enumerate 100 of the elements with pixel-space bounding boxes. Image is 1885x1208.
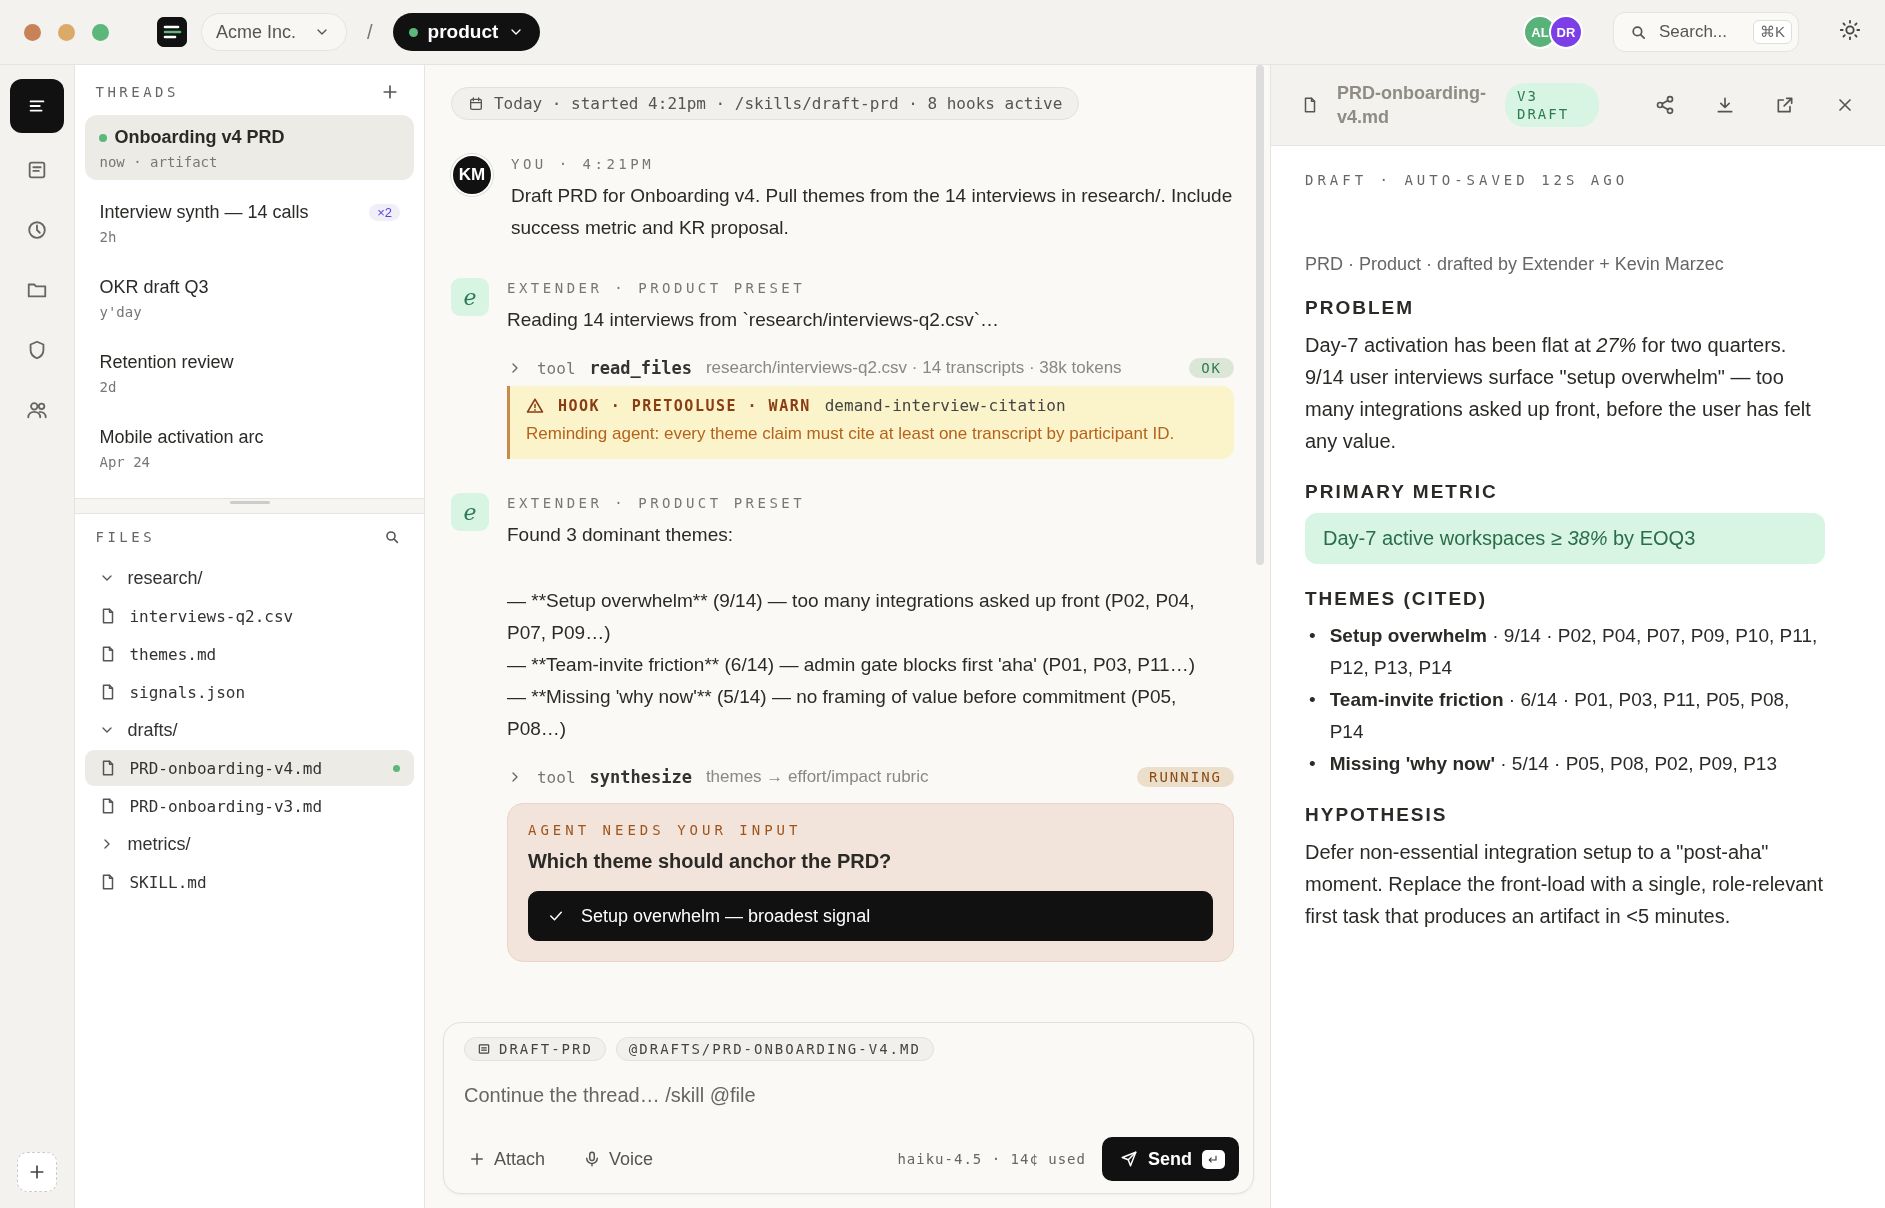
status-badge: OK [1189, 358, 1234, 378]
count-badge: ×2 [369, 204, 400, 221]
usage-text: haiku-4.5 · 14¢ used [897, 1151, 1086, 1167]
thread-item[interactable]: Retention review 2d [85, 340, 414, 405]
attach-button[interactable]: Attach [464, 1144, 549, 1174]
thread-meta: Apr 24 [99, 454, 152, 470]
project-dropdown[interactable]: product [392, 13, 541, 51]
document-title: PRD-onboarding-v4.md [1337, 82, 1487, 129]
enter-key: ↵ [1202, 1149, 1225, 1169]
thread-item[interactable]: Onboarding v4 PRD now · artifact [85, 115, 414, 180]
warning-icon [526, 396, 544, 415]
shortcut-key: ⌘K [1753, 20, 1792, 44]
search-icon [1630, 23, 1647, 41]
question-text: Which theme should anchor the PRD? [528, 850, 893, 873]
download-icon [1715, 95, 1735, 115]
file-chip[interactable]: @DRAFTS/PRD-ONBOARDING-V4.MD [615, 1037, 934, 1061]
section-heading: PROBLEM [1305, 297, 1415, 319]
theme-item: Team-invite friction · 6/14 · P01, P03, P11, P05, P08, P14 [1329, 688, 1791, 744]
hook-name: demand-interview-citation [824, 396, 1066, 415]
thread-meta: now · artifact [99, 154, 219, 170]
thread-title: OKR draft Q3 [99, 277, 209, 298]
avatar: KM [451, 154, 493, 196]
bullet: • [1309, 624, 1316, 648]
answer-option[interactable]: Setup overwhelm — broadest signal [528, 891, 1213, 941]
nav-button[interactable] [10, 79, 65, 133]
users-icon [26, 399, 49, 421]
message-header: EXTENDER · PRODUCT PRESET [507, 495, 807, 511]
section-heading: PRIMARY METRIC [1305, 481, 1499, 503]
message-text: Found 3 dominant themes: [507, 523, 734, 547]
avatar: DR [1549, 15, 1583, 49]
file-item[interactable]: SKILL.md [85, 864, 414, 900]
search-field[interactable]: Search... ⌘K [1613, 12, 1799, 52]
resize-handle[interactable] [229, 501, 270, 504]
send-icon [1120, 1150, 1138, 1168]
thread-item[interactable]: Mobile activation arc Apr 24 [85, 415, 414, 480]
thread-title: Retention review [99, 352, 234, 373]
section-heading: HYPOTHESIS [1305, 804, 1449, 826]
search-icon [384, 529, 400, 545]
thread-title: Interview synth — 14 calls [99, 202, 309, 223]
metric-callout: Day-7 active workspaces ≥ 38% by EOQ3 [1305, 513, 1825, 564]
message-header: EXTENDER · PRODUCT PRESET [507, 280, 807, 296]
avatar: e [451, 493, 489, 531]
tool-label: tool [537, 358, 576, 378]
file-item[interactable]: interviews-q2.csv [85, 598, 414, 634]
tool-name: synthesize [589, 767, 692, 787]
folder-item[interactable]: research/ [85, 560, 414, 596]
plus-icon [468, 1150, 486, 1168]
hook-title: HOOK · PRETOOLUSE · WARN [558, 396, 811, 415]
bullet: • [1309, 752, 1316, 776]
tool-name: read_files [589, 358, 692, 378]
thread-meta: 2h [99, 229, 118, 245]
bullet: • [1309, 688, 1316, 712]
clock-icon [26, 219, 49, 241]
message-input[interactable]: Continue the thread… /skill @file [464, 1075, 1239, 1115]
tool-detail: research/interviews-q2.csv · 14 transcripts · 38k tokens [705, 358, 1123, 378]
workspace-dropdown[interactable]: Acme Inc. [201, 13, 348, 51]
external-link-icon [1775, 95, 1795, 115]
calendar-icon [468, 95, 484, 112]
message-text: Reading 14 interviews from `research/interviews-q2.csv`… [507, 308, 1001, 332]
section-heading: THEMES (CITED) [1305, 588, 1489, 610]
question-label: AGENT NEEDS YOUR INPUT [528, 822, 803, 838]
version-badge: V3 DRAFT [1505, 83, 1599, 127]
folder-item[interactable]: metrics/ [85, 826, 414, 862]
breadcrumb-separator: / [367, 20, 373, 44]
file-item[interactable]: PRD-onboarding-v3.md [85, 788, 414, 824]
window-control-button[interactable] [24, 23, 41, 41]
sun-icon [1839, 19, 1861, 41]
theme-item: Setup overwhelm · 9/14 · P02, P04, P07, P09, P10, P11, P12, P13, P14 [1329, 624, 1819, 680]
section-title: FILES [95, 529, 156, 545]
tool-detail: themes → effort/impact rubric [705, 767, 930, 787]
thread-item[interactable]: OKR draft Q3 y'day [85, 265, 414, 330]
thread-title: Onboarding v4 PRD [114, 127, 285, 148]
folder-item[interactable]: drafts/ [85, 712, 414, 748]
file-item[interactable]: themes.md [85, 636, 414, 672]
scrollbar[interactable] [1256, 65, 1264, 565]
skill-chip[interactable]: DRAFT-PRD [464, 1037, 606, 1061]
status-dot [408, 27, 418, 37]
file-item[interactable]: PRD-onboarding-v4.md [85, 750, 414, 786]
logo-icon [157, 17, 187, 47]
file-item[interactable]: signals.json [85, 674, 414, 710]
voice-button[interactable]: Voice [579, 1144, 658, 1174]
section-title: THREADS [95, 84, 179, 100]
microphone-icon [583, 1150, 601, 1168]
share-icon [1655, 95, 1675, 115]
theme-item: Missing 'why now' · 5/14 · P05, P08, P02, P09, P13 [1329, 752, 1777, 776]
document-byline: PRD · Product · drafted by Extender + Kevin Marzec [1305, 254, 1725, 275]
add-button[interactable] [17, 1152, 58, 1192]
document-icon [477, 1042, 491, 1056]
message-text: — **Setup overwhelm** (9/14) — too many integrations asked up front (P02, P04, P07, P09…) — **Team-invite friction** (6/14) — admin gate blocks first 'aha' (P01, P03, P11…) — **Missing 'why now'** (5/14) — no framing of value before commitment (P05, P08…) [507, 589, 1196, 741]
section-text: Defer non-essential integration setup to a "post-aha" moment. Replace the front-load with a single, role-relevant first task that produces an artifact in <5 minutes. [1305, 840, 1825, 929]
section-text: Day-7 activation has been flat at 27% for two quarters. 9/14 user interviews surface "setup overwhelm" — too many integrations asked up front, before the user has felt any value. [1305, 333, 1812, 454]
thread-meta: 2d [99, 379, 118, 395]
status-badge: RUNNING [1137, 767, 1234, 787]
session-text: Today · started 4:21pm · /skills/draft-prd · 8 hooks active [494, 94, 1063, 113]
save-status: DRAFT · AUTO-SAVED 12S AGO [1305, 172, 1630, 188]
send-button[interactable]: Send ↵ [1102, 1137, 1239, 1181]
message-text: Draft PRD for Onboarding v4. Pull themes from the 14 interviews in research/. Include success metric and KR proposal. [511, 184, 1234, 240]
hook-message: Reminding agent: every theme claim must cite at least one transcript by participant ID. [526, 423, 1176, 445]
thread-item[interactable]: Interview synth — 14 calls ×2 2h [85, 190, 414, 255]
search-input[interactable]: Search... [1657, 21, 1743, 43]
